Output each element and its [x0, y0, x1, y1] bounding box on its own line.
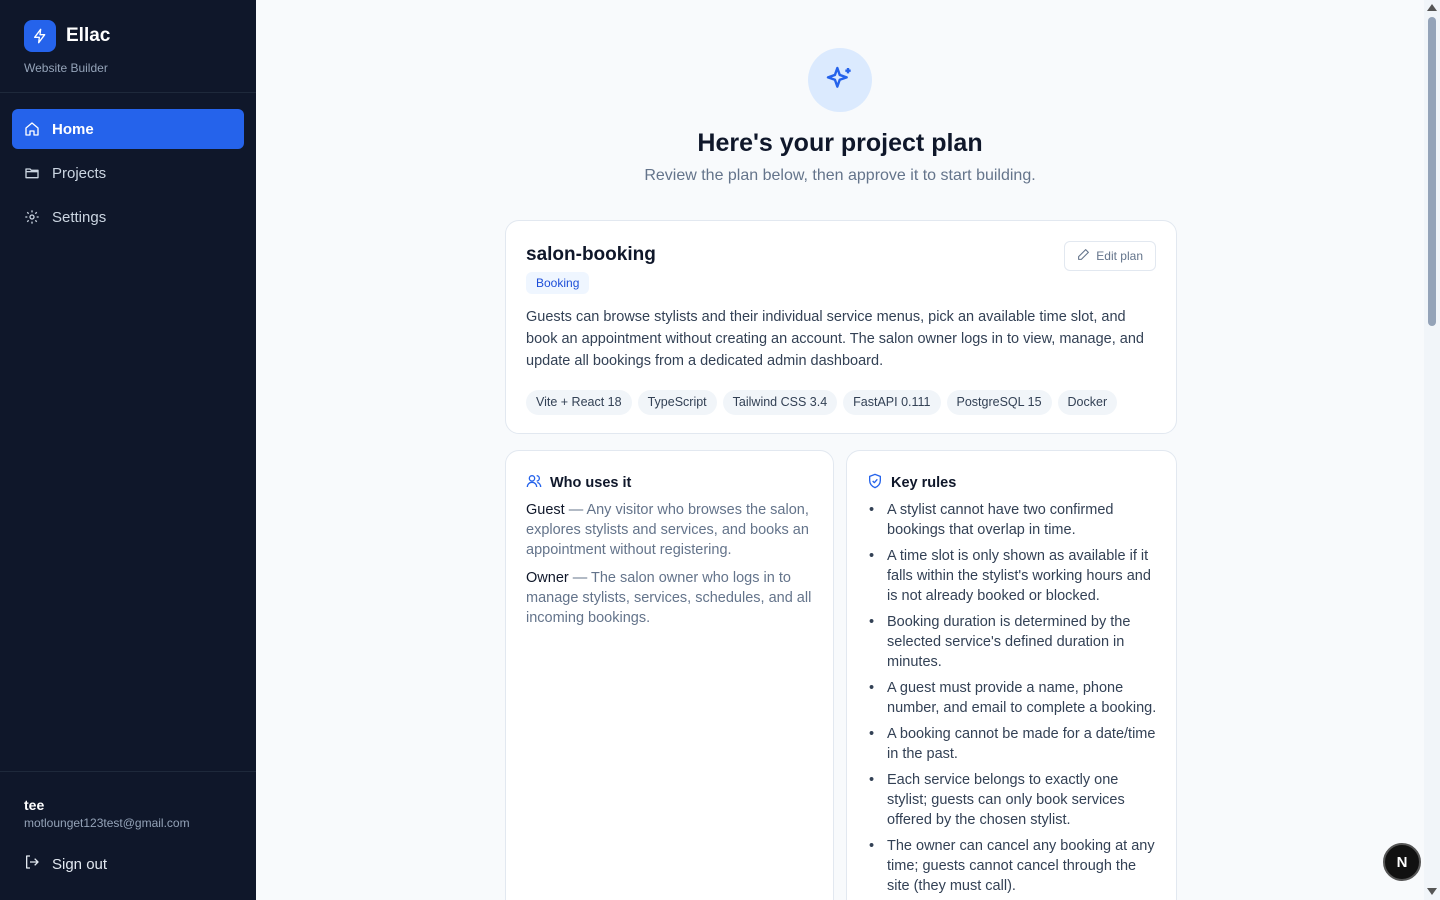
list-item: • Each service belongs to exactly one sty…	[869, 772, 1125, 828]
sign-out-button[interactable]: Sign out	[24, 854, 107, 874]
main-content: Here's your project plan Review the plan…	[256, 0, 1424, 900]
user-types-list: Guest — Any visitor who browses the salo…	[526, 500, 816, 636]
sign-out-icon	[24, 854, 40, 874]
rule-text: A guest must provide a name, phone numbe…	[887, 680, 1157, 716]
sidebar-item-settings[interactable]: Settings	[12, 197, 244, 237]
project-type-badge: Booking	[526, 272, 590, 294]
list-item: • A guest must provide a name, phone numb…	[869, 680, 1157, 716]
card-title: Key rules	[891, 475, 957, 491]
tech-tag: Vite + React 18	[526, 390, 632, 415]
user-role: Owner	[526, 570, 569, 586]
rule-text: Each service belongs to exactly one styl…	[887, 772, 1125, 828]
user-name: tee	[24, 797, 45, 813]
sidebar-item-label: Projects	[52, 164, 107, 182]
rule-text: A stylist cannot have two confirmed book…	[887, 502, 1114, 538]
edit-plan-label: Edit plan	[1096, 249, 1143, 263]
rule-text: The owner can cancel any booking at any …	[887, 838, 1155, 894]
user-info: tee motlounget123test@gmail.com	[24, 797, 190, 830]
edit-plan-button[interactable]: Edit plan	[1064, 241, 1156, 271]
scrollbar-thumb[interactable]	[1428, 17, 1436, 326]
brand-name: Ellac	[66, 25, 111, 46]
list-item: Owner — The salon owner who logs in to m…	[526, 568, 816, 628]
tech-tag: Tailwind CSS 3.4	[722, 390, 838, 415]
rule-text: Booking duration is determined by the se…	[887, 614, 1131, 670]
shield-check-icon	[867, 473, 883, 493]
list-item: • The owner can cancel any booking at any…	[869, 838, 1155, 894]
rules-list: • A stylist cannot have two confirmed boo…	[867, 500, 1159, 900]
list-item: • Booking duration is determined by the s…	[869, 614, 1131, 670]
home-icon	[24, 121, 40, 137]
lightning-icon	[24, 20, 56, 52]
pencil-icon	[1077, 248, 1090, 264]
tech-tags: Vite + React 18 TypeScript Tailwind CSS …	[526, 390, 1118, 415]
dev-tools-button[interactable]: N	[1383, 843, 1421, 881]
sidebar-item-projects[interactable]: Projects	[12, 153, 244, 193]
tech-tag: TypeScript	[637, 390, 717, 415]
users-icon	[526, 473, 542, 493]
sidebar: Ellac Website Builder Home Projects Sett…	[0, 0, 256, 900]
scroll-up-arrow[interactable]	[1427, 4, 1437, 11]
sidebar-item-label: Home	[52, 120, 94, 138]
scrollbar[interactable]	[1424, 0, 1440, 900]
tech-tag: PostgreSQL 15	[946, 390, 1052, 415]
user-role-desc: — The salon owner who logs in to manage …	[526, 570, 812, 626]
list-item: • A time slot is only shown as available …	[869, 548, 1151, 604]
list-item: • A stylist cannot have two confirmed boo…	[869, 502, 1114, 538]
sidebar-divider	[0, 92, 256, 93]
sign-out-label: Sign out	[52, 855, 108, 873]
key-rules-card: Key rules • A stylist cannot have two con…	[846, 450, 1177, 900]
user-role-desc: — Any visitor who browses the salon, exp…	[526, 502, 809, 558]
rule-text: A booking cannot be made for a date/time…	[887, 726, 1156, 762]
sidebar-item-label: Settings	[52, 208, 107, 226]
brand: Ellac Website Builder	[24, 20, 110, 75]
plan-card: salon-booking Booking Edit plan Guests c…	[505, 220, 1177, 434]
list-item: Guest — Any visitor who browses the salo…	[526, 500, 816, 560]
sidebar-divider	[0, 771, 256, 772]
user-role: Guest	[526, 502, 565, 518]
page-subtitle: Review the plan below, then approve it t…	[644, 167, 1036, 184]
who-uses-it-card: Who uses it Guest — Any visitor who brow…	[505, 450, 834, 900]
sparkles-icon	[808, 48, 872, 112]
list-item: • A booking cannot be made for a date/tim…	[869, 726, 1156, 762]
page-title: Here's your project plan	[697, 129, 983, 157]
gear-icon	[24, 209, 40, 225]
user-email: motlounget123test@gmail.com	[24, 816, 190, 830]
sidebar-item-home[interactable]: Home	[12, 109, 244, 149]
project-name: salon-booking	[526, 244, 656, 265]
tech-tag: Docker	[1057, 390, 1118, 415]
scroll-down-arrow[interactable]	[1427, 888, 1437, 895]
brand-subtitle: Website Builder	[24, 61, 108, 75]
card-title: Who uses it	[550, 475, 632, 491]
rule-text: A time slot is only shown as available i…	[887, 548, 1151, 604]
tech-tag: FastAPI 0.111	[843, 390, 941, 415]
folder-icon	[24, 165, 40, 181]
project-description: Guests can browse stylists and their ind…	[526, 309, 1144, 369]
sidebar-nav: Home Projects Settings	[12, 109, 244, 241]
